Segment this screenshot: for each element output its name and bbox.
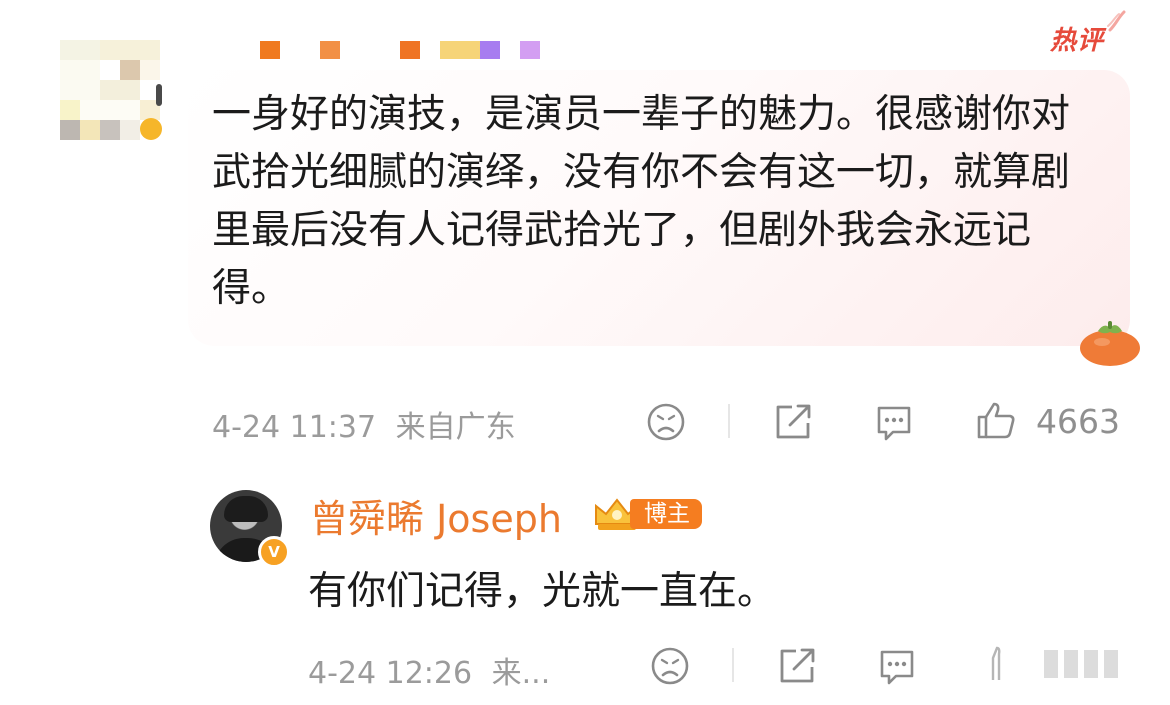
reply-text: 有你们记得，光就一直在。	[308, 569, 777, 614]
thumbs-up-icon[interactable]	[975, 400, 1017, 440]
user-avatar-mosaic[interactable]	[60, 40, 170, 140]
flame-flourish-icon	[1107, 10, 1126, 32]
like-count: 4663	[1036, 402, 1120, 441]
hot-badge-label: 热评	[1050, 26, 1105, 56]
reply-meta: 4-24 12:26 来...	[308, 648, 550, 692]
comment-meta: 4-24 11:37 来自广东	[212, 402, 516, 446]
dislike-face-icon[interactable]	[649, 646, 691, 686]
verified-badge-icon: V	[258, 536, 290, 568]
comment-location: 来自广东	[395, 410, 516, 445]
reply-location: 来...	[491, 656, 551, 691]
comment-icon[interactable]	[876, 646, 918, 686]
share-icon[interactable]	[772, 401, 814, 441]
persimmon-sticker-icon	[1080, 321, 1140, 366]
comment-datetime: 4-24 11:37	[212, 410, 377, 445]
dislike-face-icon[interactable]	[645, 402, 687, 442]
reply-author-name[interactable]: 曾舜晞 Joseph	[310, 488, 562, 543]
thumbs-up-icon[interactable]	[988, 644, 1004, 684]
comment-icon[interactable]	[873, 402, 915, 442]
comment-text: 一身好的演技，是演员一辈子的魅力。很感谢你对武拾光细腻的演绎，没有你不会有这一切…	[212, 92, 1071, 311]
hot-comment-badge: 热评	[1050, 10, 1126, 57]
reply-datetime: 4-24 12:26	[308, 656, 473, 691]
divider	[728, 404, 730, 438]
blogger-badge-label: 博主	[630, 499, 702, 529]
divider	[732, 648, 734, 682]
share-icon[interactable]	[776, 645, 818, 685]
like-count-blurred	[1044, 650, 1124, 682]
